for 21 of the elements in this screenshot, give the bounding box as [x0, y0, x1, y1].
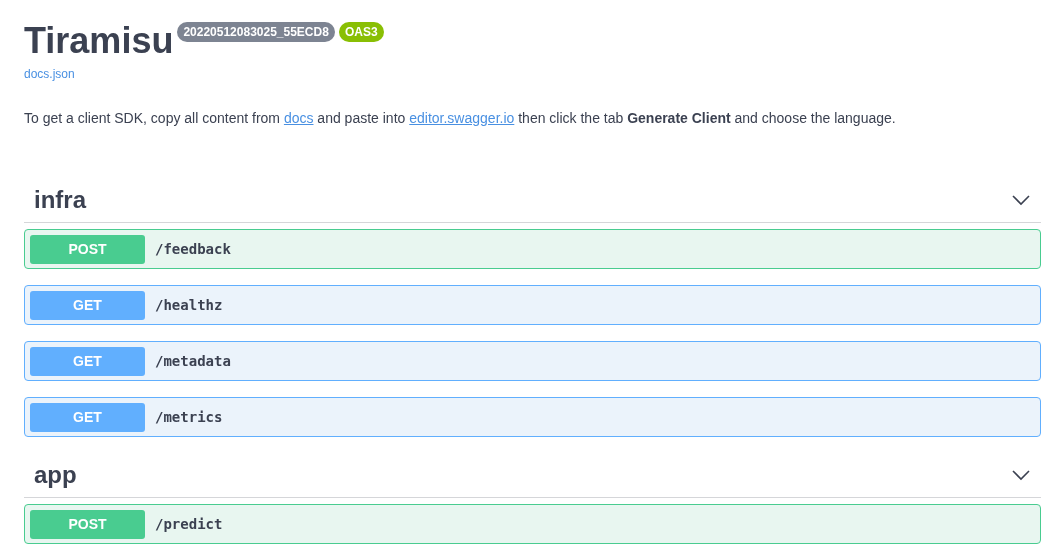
section-title[interactable]: app: [34, 461, 77, 489]
page-title: Tiramisu: [24, 19, 174, 63]
operation-path: /predict: [155, 516, 223, 532]
method-label: GET: [30, 402, 145, 432]
operation-row[interactable]: POST /predict: [24, 504, 1041, 544]
method-label: GET: [30, 346, 145, 376]
description: To get a client SDK, copy all content from docs and paste into editor.swagger.io then click the tab Generate Client and choose the language.: [24, 110, 897, 126]
section-title[interactable]: infra: [34, 186, 86, 214]
operation-path: /metrics: [155, 409, 223, 425]
operation-path: /metadata: [155, 353, 231, 369]
operation-path: /feedback: [155, 241, 231, 257]
operation-row[interactable]: POST /feedback: [24, 229, 1041, 269]
operation-row[interactable]: GET /healthz: [24, 285, 1041, 325]
spec-badge: OAS3: [338, 22, 384, 42]
operation-path: /healthz: [155, 297, 223, 313]
method-label: POST: [30, 234, 145, 264]
method-label: GET: [30, 290, 145, 320]
operation-row[interactable]: GET /metadata: [24, 341, 1041, 381]
version-badge: 20220512083025_55ECD8: [177, 22, 335, 42]
method-label: POST: [30, 509, 145, 539]
operation-row[interactable]: GET /metrics: [24, 397, 1041, 437]
